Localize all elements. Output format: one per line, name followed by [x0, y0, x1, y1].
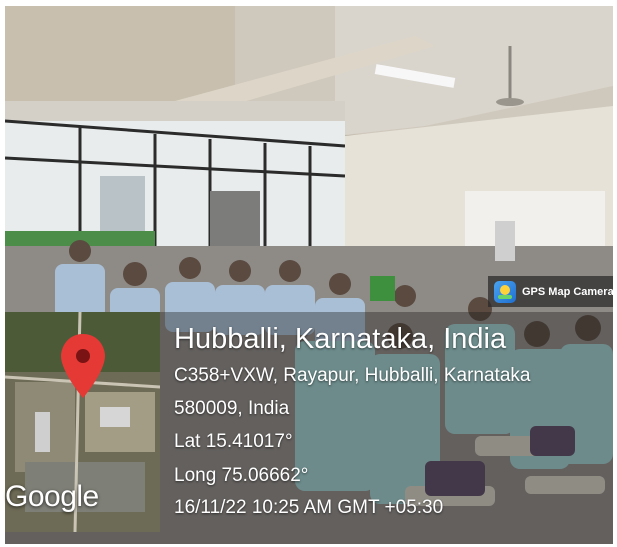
gps-map-camera-badge: GPS Map Camera [488, 276, 614, 307]
postal-line: 580009, India [174, 398, 290, 419]
latitude-line: Lat 15.41017° [174, 431, 293, 452]
gps-map-camera-icon [494, 280, 516, 303]
datetime-line: 16/11/22 10:25 AM GMT +05:30 [174, 497, 444, 518]
location-title: Hubballi, Karnataka, India [174, 323, 507, 355]
google-logo: Google [5, 480, 99, 513]
photo-frame: GPS Map Camera Google Hubballi, Karnatak… [0, 0, 617, 547]
address-line: C358+VXW, Rayapur, Hubballi, Karnataka [174, 365, 531, 386]
longitude-line: Long 75.06662° [174, 465, 309, 486]
gps-badge-label: GPS Map Camera [522, 285, 614, 298]
